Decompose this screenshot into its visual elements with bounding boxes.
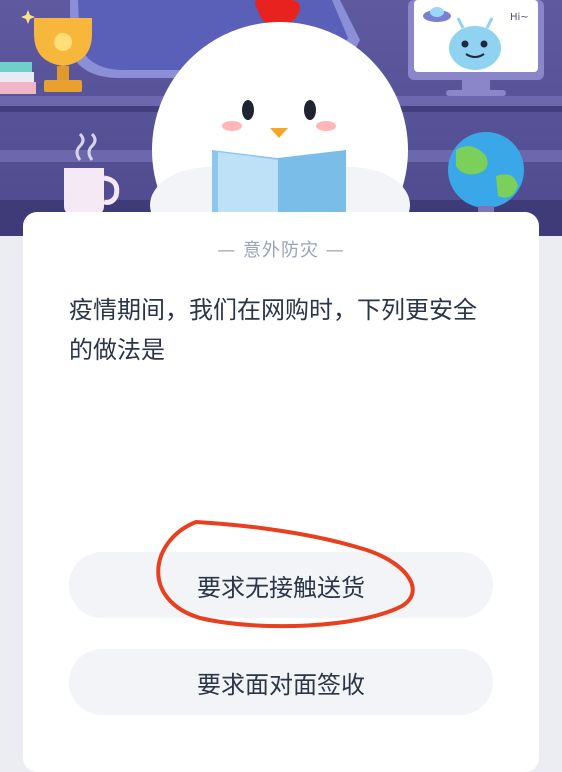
books-icon — [0, 62, 36, 94]
question-text: 疫情期间，我们在网购时，下列更安全的做法是 — [69, 296, 477, 364]
mug-icon — [64, 132, 120, 214]
monitor: Hi~ — [408, 0, 544, 96]
quiz-card: — 意外防灾 — 疫情期间，我们在网购时，下列更安全的做法是 要求无接触送货 要… — [23, 212, 539, 772]
option-button-1[interactable]: 要求无接触送货 — [69, 552, 493, 618]
monitor-greeting: Hi~ — [510, 12, 529, 23]
option-label-2: 要求面对面签收 — [197, 670, 365, 699]
hero-illustration: Hi~ — [0, 0, 562, 236]
room-scene: Hi~ — [0, 0, 562, 236]
question-category: — 意外防灾 — — [217, 240, 345, 261]
option-button-2[interactable]: 要求面对面签收 — [69, 649, 493, 715]
option-label-1: 要求无接触送货 — [197, 573, 365, 602]
